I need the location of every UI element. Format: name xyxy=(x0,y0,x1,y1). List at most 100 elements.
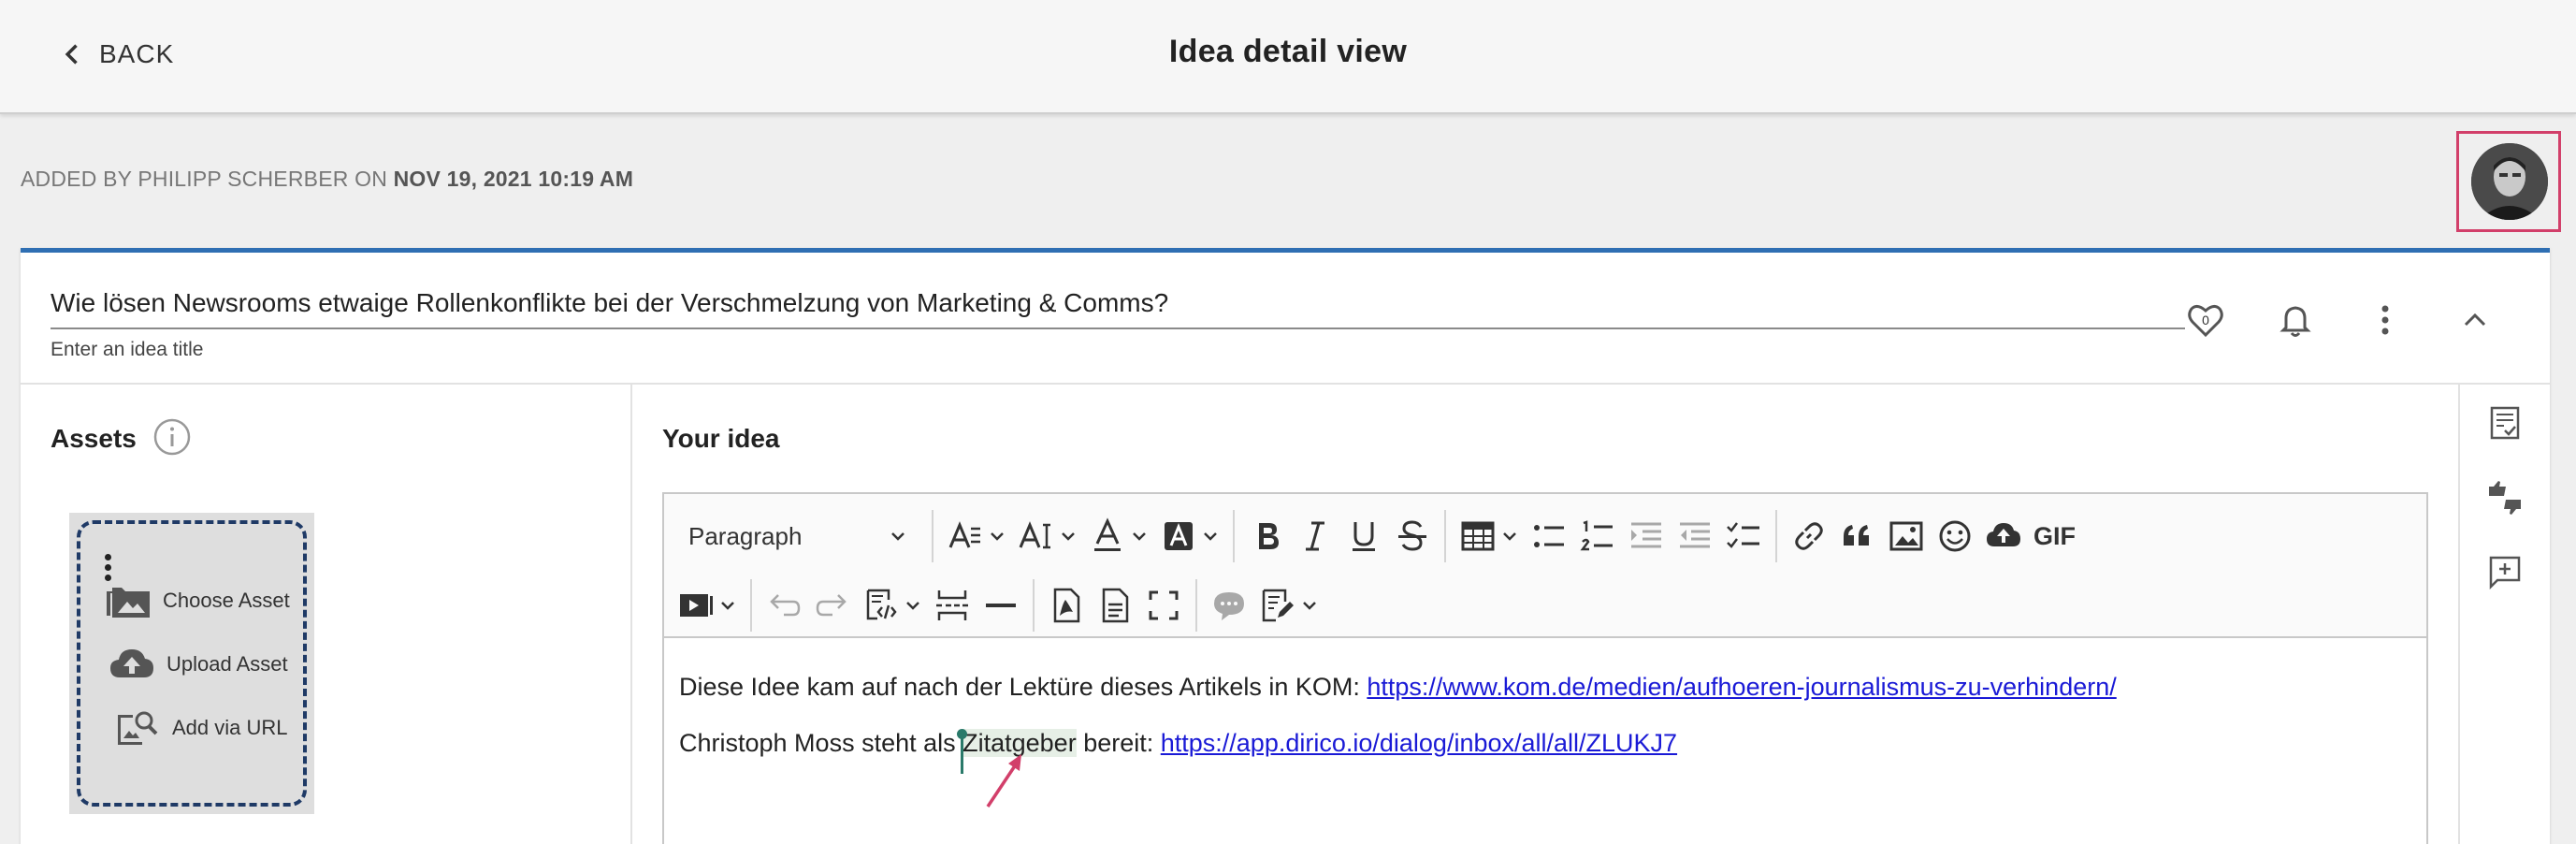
strikethrough-button[interactable] xyxy=(1388,510,1437,562)
rail-divider xyxy=(2458,385,2460,844)
media-icon xyxy=(680,594,713,617)
increase-indent-button[interactable] xyxy=(1622,510,1671,562)
insert-link-button[interactable] xyxy=(1785,510,1833,562)
app-header: BACK Idea detail view xyxy=(0,0,2576,114)
idea-card: Enter an idea title 0 Assets xyxy=(21,248,2550,844)
toolbar-separator xyxy=(750,579,752,632)
chevron-down-icon xyxy=(891,532,904,541)
cloud-upload-icon xyxy=(1987,523,2020,546)
comment-button[interactable] xyxy=(1205,579,1253,632)
title-underline xyxy=(51,327,2185,329)
upload-file-button[interactable] xyxy=(1979,510,2028,562)
insert-gif-button[interactable]: GIF xyxy=(2028,510,2081,562)
chevron-down-icon xyxy=(1062,532,1075,541)
underline-button[interactable] xyxy=(1339,510,1388,562)
toolbar-row-1: Paragraph GIF xyxy=(672,502,2081,571)
numbered-list-button[interactable] xyxy=(1573,510,1622,562)
add-via-url-label: Add via URL xyxy=(172,716,288,739)
assets-heading: Assets xyxy=(51,424,137,453)
notifications-button[interactable] xyxy=(2267,292,2323,348)
font-color-button[interactable] xyxy=(1083,510,1154,562)
paragraph-2-text-b: bereit: xyxy=(1076,729,1161,757)
avatar[interactable] xyxy=(2471,143,2548,220)
redo-button[interactable] xyxy=(808,579,857,632)
track-changes-button[interactable] xyxy=(1253,579,1324,632)
bulleted-list-button[interactable] xyxy=(1525,510,1573,562)
chevron-down-icon xyxy=(1204,532,1217,541)
checklist-panel-button[interactable] xyxy=(2486,404,2531,449)
dirico-dialog-link[interactable]: https://app.dirico.io/dialog/inbox/all/a… xyxy=(1161,729,1677,757)
toolbar-separator xyxy=(1233,510,1235,562)
like-button[interactable]: 0 xyxy=(2178,292,2234,348)
meta-prefix: ADDED BY PHILIPP SCHERBER ON xyxy=(21,167,388,191)
insert-image-button[interactable] xyxy=(1882,510,1931,562)
italic-button[interactable] xyxy=(1291,510,1339,562)
paragraph-format-label: Paragraph xyxy=(688,521,803,550)
editor-toolbar: Paragraph GIF xyxy=(664,494,2426,638)
paragraph-1-text: Diese Idee kam auf nach der Lektüre dies… xyxy=(679,673,1368,701)
review-list-icon xyxy=(2490,406,2520,440)
toolbar-separator xyxy=(932,510,933,562)
horizontal-line-icon xyxy=(986,604,1016,607)
todo-list-button[interactable] xyxy=(1719,510,1768,562)
choose-asset-button[interactable]: Choose Asset xyxy=(105,580,290,621)
font-size-button[interactable] xyxy=(941,510,1012,562)
insert-table-button[interactable] xyxy=(1454,510,1525,562)
votes-panel-button[interactable] xyxy=(2486,479,2531,524)
content-paragraph-2: Christoph Moss steht als Zitatgeber bere… xyxy=(679,715,2117,774)
asset-dropzone-border: Choose Asset Upload Asset Add via URL xyxy=(77,520,307,807)
likes-count: 0 xyxy=(2202,313,2209,327)
add-comment-icon xyxy=(2489,556,2521,590)
decrease-indent-button[interactable] xyxy=(1671,510,1719,562)
toolbar-separator xyxy=(1195,579,1197,632)
editor-content[interactable]: Diese Idee kam auf nach der Lektüre dies… xyxy=(679,659,2117,774)
chevron-up-icon xyxy=(2464,313,2486,327)
source-code-button[interactable] xyxy=(857,579,928,632)
bold-icon xyxy=(1259,523,1279,549)
outdent-icon xyxy=(1680,522,1710,548)
insert-emoji-button[interactable] xyxy=(1931,510,1979,562)
more-options-button[interactable] xyxy=(2357,292,2413,348)
bell-icon xyxy=(2279,306,2311,337)
image-icon xyxy=(1889,521,1923,551)
annotation-arrow-icon xyxy=(986,754,1021,808)
strikethrough-icon xyxy=(1398,520,1426,551)
table-icon xyxy=(1461,521,1495,551)
your-idea-heading: Your idea xyxy=(662,424,780,453)
add-comment-panel-button[interactable] xyxy=(2486,554,2531,599)
column-divider xyxy=(630,385,632,844)
link-icon xyxy=(1795,522,1823,550)
upload-asset-button[interactable]: Upload Asset xyxy=(109,644,288,685)
fullscreen-button[interactable] xyxy=(1139,579,1188,632)
document-icon xyxy=(1102,588,1129,623)
chevron-down-icon xyxy=(721,602,734,610)
gif-label: GIF xyxy=(2033,521,2076,550)
font-family-icon xyxy=(1019,521,1050,549)
paragraph-format-select[interactable]: Paragraph xyxy=(672,510,924,562)
idea-title-input[interactable] xyxy=(51,286,2185,320)
toolbar-separator xyxy=(1775,510,1777,562)
add-via-url-button[interactable]: Add via URL xyxy=(114,707,288,749)
undo-button[interactable] xyxy=(760,579,808,632)
content-paragraph-1: Diese Idee kam auf nach der Lektüre dies… xyxy=(679,659,2117,715)
horizontal-line-button[interactable] xyxy=(977,579,1025,632)
rich-text-editor[interactable]: Paragraph GIF Diese Idee kam auf nach de… xyxy=(662,492,2428,844)
insert-media-button[interactable] xyxy=(672,579,743,632)
italic-icon xyxy=(1306,521,1324,551)
blockquote-button[interactable] xyxy=(1833,510,1882,562)
background-color-button[interactable] xyxy=(1154,510,1225,562)
export-pdf-button[interactable] xyxy=(1042,579,1091,632)
info-icon[interactable] xyxy=(152,416,193,458)
asset-dropzone[interactable]: Choose Asset Upload Asset Add via URL xyxy=(69,513,314,814)
chevron-down-icon xyxy=(991,532,1004,541)
font-family-button[interactable] xyxy=(1012,510,1083,562)
bold-button[interactable] xyxy=(1242,510,1291,562)
source-code-icon xyxy=(866,589,897,620)
collapse-button[interactable] xyxy=(2447,292,2503,348)
page-break-button[interactable] xyxy=(928,579,977,632)
export-word-button[interactable] xyxy=(1091,579,1139,632)
chevron-down-icon xyxy=(906,602,919,610)
kom-article-link[interactable]: https://www.kom.de/medien/aufhoeren-jour… xyxy=(1367,673,2116,701)
undo-icon xyxy=(770,594,801,617)
comment-icon xyxy=(1214,592,1244,620)
